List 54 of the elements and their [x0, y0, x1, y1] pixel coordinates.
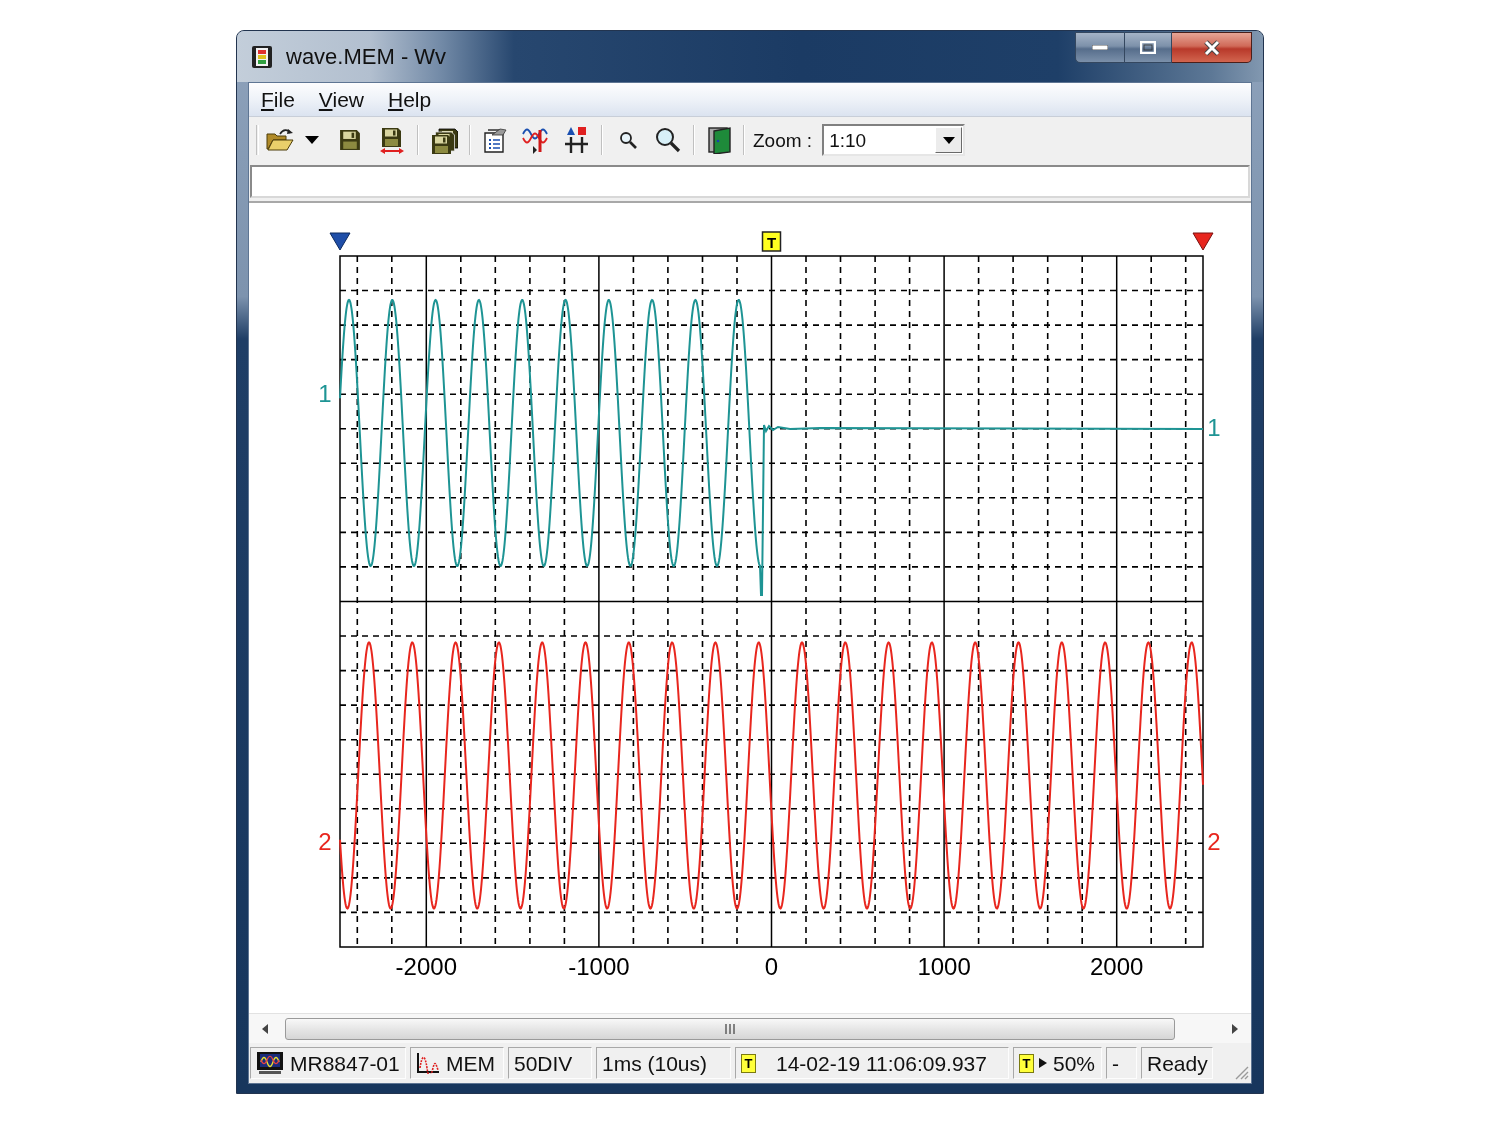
cursor-marker-icon[interactable] — [329, 232, 351, 251]
axis-label: -2000 — [395, 953, 457, 980]
resize-grip-icon — [1233, 1064, 1249, 1080]
axis-label: -1000 — [568, 953, 630, 980]
axis-label: 2000 — [1090, 953, 1144, 980]
window-title: wave.MEM - Wv — [286, 45, 447, 68]
trigger-flag: T — [741, 1053, 756, 1073]
trigger-flag: T — [1019, 1053, 1034, 1073]
channel-label: 2 — [318, 828, 332, 855]
open-folder-icon — [265, 127, 295, 153]
menu-item[interactable]: File — [254, 89, 302, 110]
magnifier-icon — [655, 127, 681, 153]
close-icon — [1202, 39, 1221, 56]
monitor-icon — [256, 1051, 284, 1075]
trigger-marker: T — [761, 231, 782, 252]
arrow-icon — [1039, 1058, 1047, 1068]
status-text: MR8847-01 — [290, 1052, 400, 1074]
left-arrow-icon — [262, 1023, 268, 1034]
minimize-icon — [1092, 45, 1108, 50]
menu-item[interactable]: View — [311, 89, 371, 110]
app-icon — [252, 45, 272, 68]
status-text: 50DIV — [514, 1052, 573, 1074]
status-text: Ready — [1147, 1052, 1208, 1074]
waveform-cursor-icon — [522, 126, 550, 154]
minimize-button[interactable] — [1075, 32, 1125, 63]
status-text: 50% — [1053, 1052, 1096, 1074]
door-icon — [708, 126, 732, 154]
status-text: 14-02-19 11:06:09.937 — [776, 1052, 987, 1074]
zoom-label: Zoom : — [753, 130, 813, 150]
magnifier-icon — [619, 131, 637, 149]
maximize-button[interactable] — [1125, 32, 1172, 63]
right-arrow-icon — [1232, 1023, 1238, 1034]
floppy-disk-arrow-icon — [380, 126, 404, 154]
axis-label: 1000 — [917, 953, 971, 980]
channel-label: 1 — [1207, 414, 1221, 441]
caret-icon — [305, 136, 319, 144]
document-list-icon — [482, 126, 510, 154]
zoom-combobox[interactable]: 1:10 — [822, 124, 966, 156]
grip-icon — [725, 1023, 735, 1034]
stacked-disks-icon — [430, 126, 458, 154]
status-text: - — [1112, 1052, 1119, 1074]
menu-item[interactable]: Help — [381, 89, 439, 110]
cursor-arrows-icon — [563, 126, 589, 154]
caret-icon — [942, 136, 955, 144]
cursor-marker-icon[interactable] — [1192, 232, 1214, 251]
status-text: MEM — [446, 1052, 495, 1074]
waveform-icon — [416, 1052, 440, 1074]
status-text: 1ms (10us) — [602, 1052, 708, 1074]
maximize-icon — [1140, 41, 1156, 54]
channel-label: 1 — [318, 380, 332, 407]
axis-label: 0 — [764, 953, 779, 980]
dropdown-button[interactable] — [935, 127, 963, 153]
channel-label: 2 — [1207, 828, 1221, 855]
close-button[interactable] — [1172, 32, 1252, 63]
